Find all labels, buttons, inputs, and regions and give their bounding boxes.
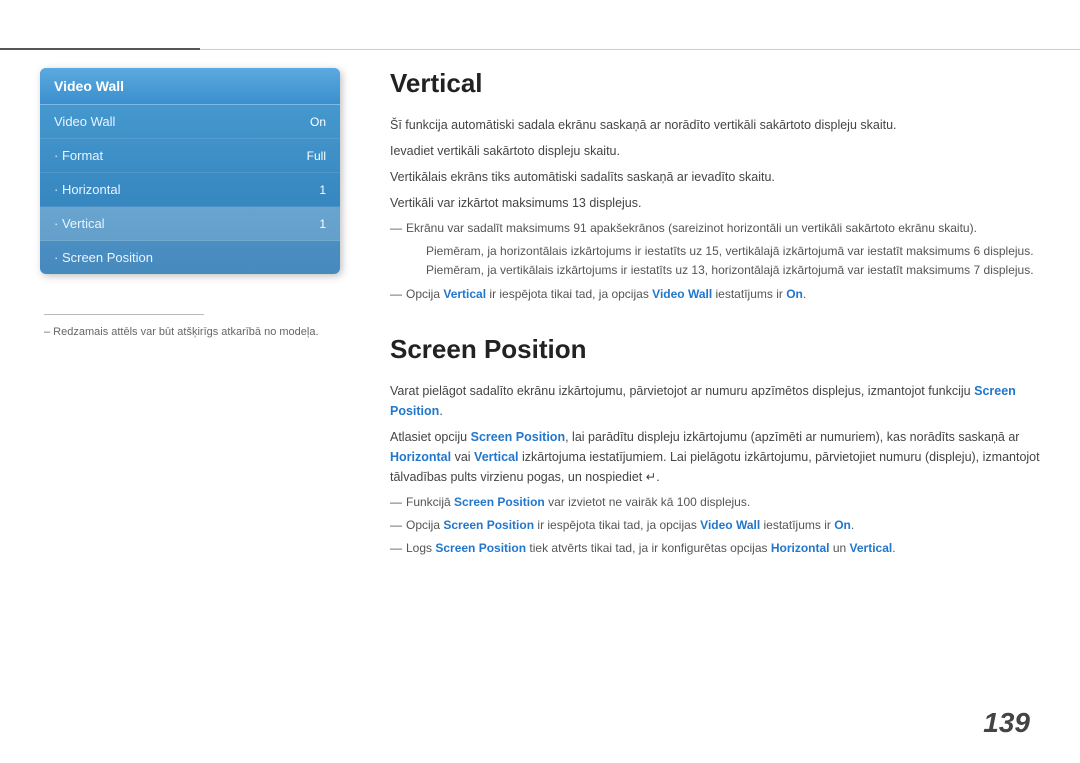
vertical-note-2-final: .: [803, 287, 806, 301]
sp-text-2-mid2: vai: [451, 450, 474, 464]
sidebar-item-format-label: · Format: [54, 148, 103, 163]
sp-note-1: Funkcijā Screen Position var izvietot ne…: [390, 493, 1040, 512]
vertical-note-1: Ekrānu var sadalīt maksimums 91 apakšekr…: [390, 219, 1040, 238]
sp-note-3-h2: Horizontal: [771, 541, 830, 555]
sidebar-item-screen-position-label: · Screen Position: [54, 250, 153, 265]
vertical-text-3: Vertikālais ekrāns tiks automātiski sada…: [390, 167, 1040, 187]
vertical-note-2-h3: On: [786, 287, 803, 301]
vertical-title: Vertical: [390, 68, 1040, 99]
vertical-note-2-prefix: Opcija: [406, 287, 443, 301]
sp-note-3-h3: Vertical: [850, 541, 893, 555]
sp-note-2-prefix: Opcija: [406, 518, 443, 532]
sp-text-1-prefix: Varat pielāgot sadalīto ekrānu izkārtoju…: [390, 384, 974, 398]
screen-position-title: Screen Position: [390, 334, 1040, 365]
sidebar-menu: Video Wall Video Wall On · Format Full ·…: [40, 68, 340, 274]
screen-position-section: Screen Position Varat pielāgot sadalīto …: [390, 334, 1040, 559]
sidebar-item-format[interactable]: · Format Full: [40, 139, 340, 173]
top-line-light: [200, 49, 1080, 50]
sidebar-item-horizontal-value: 1: [319, 183, 326, 197]
sp-note-3-suffix: .: [892, 541, 895, 555]
sp-text-2-prefix: Atlasiet opciju: [390, 430, 471, 444]
sp-note-3-mid1: tiek atvērts tikai tad, ja ir konfigurēt…: [526, 541, 771, 555]
sidebar-item-screen-position[interactable]: · Screen Position: [40, 241, 340, 274]
top-decorative-lines: [0, 48, 1080, 50]
sidebar-title: Video Wall: [54, 78, 124, 94]
page-number: 139: [983, 707, 1030, 739]
sp-text-2-h1: Screen Position: [471, 430, 565, 444]
sidebar-item-video-wall-value: On: [310, 115, 326, 129]
sidebar-item-vertical-value: 1: [319, 217, 326, 231]
vertical-text-1: Šī funkcija automātiski sadala ekrānu sa…: [390, 115, 1040, 135]
sp-text-1: Varat pielāgot sadalīto ekrānu izkārtoju…: [390, 381, 1040, 421]
sp-note-2: Opcija Screen Position ir iespējota tika…: [390, 516, 1040, 535]
sp-note-3-mid2: un: [830, 541, 850, 555]
vertical-note-2: Opcija Vertical ir iespējota tikai tad, …: [390, 285, 1040, 304]
sp-note-3-prefix: Logs: [406, 541, 435, 555]
sidebar-item-vertical-label: · Vertical: [54, 216, 105, 231]
sidebar-note: – Redzamais attēls var būt atšķirīgs atk…: [40, 314, 340, 338]
sp-note-1-prefix: Funkcijā: [406, 495, 454, 509]
sp-note-3-h1: Screen Position: [435, 541, 526, 555]
sidebar-item-format-value: Full: [307, 149, 326, 163]
vertical-note-1-text: Ekrānu var sadalīt maksimums 91 apakšekr…: [406, 221, 977, 235]
sidebar-item-video-wall-label: Video Wall: [54, 114, 115, 129]
vertical-note-2-h2: Video Wall: [652, 287, 712, 301]
sp-note-2-h2: Video Wall: [700, 518, 760, 532]
sidebar-item-vertical[interactable]: · Vertical 1: [40, 207, 340, 241]
vertical-note-2-h1: Vertical: [443, 287, 486, 301]
sidebar-item-horizontal[interactable]: · Horizontal 1: [40, 173, 340, 207]
sp-note-2-mid2: iestatījums ir: [760, 518, 834, 532]
sp-note-3: Logs Screen Position tiek atvērts tikai …: [390, 539, 1040, 558]
sidebar: Video Wall Video Wall On · Format Full ·…: [40, 68, 340, 338]
sp-text-1-suffix: .: [439, 404, 442, 418]
sp-note-1-highlight: Screen Position: [454, 495, 545, 509]
sp-note-2-mid1: ir iespējota tikai tad, ja opcijas: [534, 518, 700, 532]
vertical-section: Vertical Šī funkcija automātiski sadala …: [390, 68, 1040, 304]
sidebar-item-horizontal-label: · Horizontal: [54, 182, 120, 197]
vertical-note-2-mid: ir iespējota tikai tad, ja opcijas: [486, 287, 652, 301]
sidebar-note-divider: [44, 314, 204, 315]
sp-text-2-h3: Vertical: [474, 450, 518, 464]
sidebar-header: Video Wall: [40, 68, 340, 105]
vertical-text-2: Ievadiet vertikāli sakārtoto displeju sk…: [390, 141, 1040, 161]
sp-note-2-suffix: .: [851, 518, 854, 532]
sidebar-note-text: – Redzamais attēls var būt atšķirīgs atk…: [44, 326, 319, 338]
sp-note-2-h1: Screen Position: [443, 518, 534, 532]
sp-text-2: Atlasiet opciju Screen Position, lai par…: [390, 427, 1040, 487]
vertical-note-1-indent: Piemēram, ja horizontālais izkārtojums i…: [390, 242, 1040, 280]
vertical-text-4: Vertikāli var izkārtot maksimums 13 disp…: [390, 193, 1040, 213]
sp-text-2-mid1: , lai parādītu displeju izkārtojumu (apz…: [565, 430, 1019, 444]
main-content: Vertical Šī funkcija automātiski sadala …: [390, 68, 1040, 562]
sp-note-2-h3: On: [834, 518, 851, 532]
sp-note-1-suffix: var izvietot ne vairāk kā 100 displejus.: [545, 495, 750, 509]
vertical-note-2-end: iestatījums ir: [712, 287, 786, 301]
top-line-dark: [0, 48, 200, 50]
sp-text-2-h2: Horizontal: [390, 450, 451, 464]
sidebar-item-video-wall[interactable]: Video Wall On: [40, 105, 340, 139]
